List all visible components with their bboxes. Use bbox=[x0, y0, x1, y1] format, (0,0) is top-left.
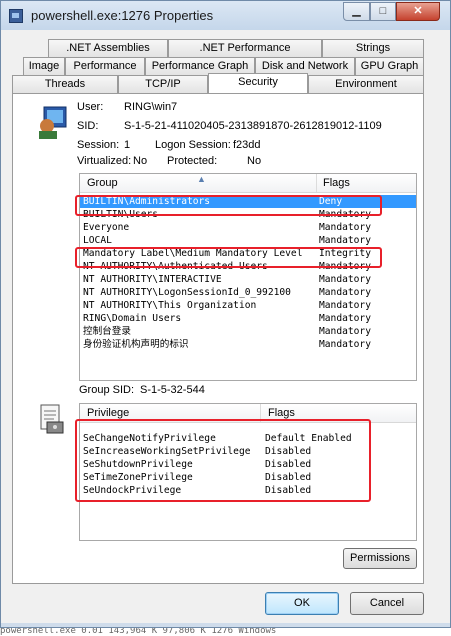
minimize-button[interactable]: ▁ bbox=[343, 2, 370, 21]
group-flags: Mandatory bbox=[319, 300, 371, 311]
group-row[interactable]: LOCAL Mandatory bbox=[80, 234, 416, 247]
sid-value: S-1-5-21-411020405-2313891870-2612819012… bbox=[124, 120, 382, 132]
group-row[interactable]: NT AUTHORITY\This Organization Mandatory bbox=[80, 299, 416, 312]
group-name: Everyone bbox=[83, 222, 130, 233]
highlight-privileges bbox=[75, 419, 371, 502]
cancel-button[interactable]: Cancel bbox=[350, 592, 424, 615]
tab-strings[interactable]: Strings bbox=[322, 39, 424, 57]
close-button[interactable]: ✕ bbox=[396, 2, 440, 21]
title-bar[interactable]: powershell.exe:1276 Properties ▁ □ ✕ bbox=[1, 1, 450, 31]
groups-list-header: Group ▲ Flags bbox=[80, 174, 416, 193]
group-row[interactable]: Everyone Mandatory bbox=[80, 221, 416, 234]
maximize-button[interactable]: □ bbox=[370, 2, 396, 21]
highlight-integrity-level bbox=[75, 247, 382, 268]
logon-session-label: Logon Session: bbox=[155, 139, 231, 151]
group-row[interactable]: RING\Domain Users Mandatory bbox=[80, 312, 416, 325]
privilege-column-header[interactable]: Privilege bbox=[87, 407, 129, 419]
sid-label: SID: bbox=[77, 120, 99, 132]
group-row[interactable]: 身份验证机构声明的标识 Mandatory bbox=[80, 338, 416, 351]
group-row[interactable]: 控制台登录 Mandatory bbox=[80, 325, 416, 338]
user-label: User: bbox=[77, 101, 104, 113]
flags-column-header[interactable]: Flags bbox=[323, 177, 350, 189]
group-name: NT AUTHORITY\INTERACTIVE bbox=[83, 274, 222, 285]
tab-threads[interactable]: Threads bbox=[12, 75, 118, 93]
tab-gpu-graph[interactable]: GPU Graph bbox=[355, 57, 424, 75]
tab-net-assemblies[interactable]: .NET Assemblies bbox=[48, 39, 168, 57]
background-process-row: powershell.exe 0.01 143,964 K 97,806 K 1… bbox=[0, 628, 451, 636]
group-name: RING\Domain Users bbox=[83, 313, 182, 324]
group-column-header[interactable]: Group bbox=[87, 177, 118, 189]
privilege-certificate-icon bbox=[40, 404, 64, 434]
group-flags: Mandatory bbox=[319, 222, 371, 233]
group-flags: Mandatory bbox=[319, 235, 371, 246]
group-name: NT AUTHORITY\This Organization bbox=[83, 300, 257, 311]
security-panel: User: RING\win7 SID: S-1-5-21-411020405-… bbox=[12, 93, 424, 584]
tab-image[interactable]: Image bbox=[23, 57, 65, 75]
group-name: 身份验证机构声明的标识 bbox=[83, 339, 189, 350]
tab-tcp-ip[interactable]: TCP/IP bbox=[118, 75, 208, 93]
user-value: RING\win7 bbox=[124, 101, 178, 113]
tab-environment[interactable]: Environment bbox=[308, 75, 424, 93]
user-computer-icon bbox=[39, 106, 67, 139]
virtualized-value: No bbox=[133, 155, 148, 167]
group-flags: Mandatory bbox=[319, 287, 371, 298]
group-name: NT AUTHORITY\LogonSessionId_0_992100 bbox=[83, 287, 291, 298]
protected-label: Protected: bbox=[167, 155, 218, 167]
session-value: 1 bbox=[124, 139, 131, 151]
highlight-administrators bbox=[75, 195, 382, 216]
column-divider[interactable] bbox=[316, 174, 317, 192]
privilege-flags-column-header[interactable]: Flags bbox=[268, 407, 295, 419]
group-name: 控制台登录 bbox=[83, 326, 131, 337]
group-row[interactable]: NT AUTHORITY\LogonSessionId_0_992100 Mand… bbox=[80, 286, 416, 299]
group-sid-value: S-1-5-32-544 bbox=[140, 384, 205, 396]
group-name: LOCAL bbox=[83, 235, 112, 246]
tab-performance[interactable]: Performance bbox=[65, 57, 145, 75]
app-icon bbox=[9, 9, 23, 23]
sort-arrow-icon: ▲ bbox=[197, 174, 206, 184]
tab-net-performance[interactable]: .NET Performance bbox=[168, 39, 322, 57]
tab-security[interactable]: Security bbox=[208, 73, 308, 93]
virtualized-label: Virtualized: bbox=[77, 155, 132, 167]
permissions-button[interactable]: Permissions bbox=[343, 548, 417, 569]
group-flags: Mandatory bbox=[319, 313, 371, 324]
group-sid-label: Group SID: bbox=[79, 384, 135, 396]
protected-value: No bbox=[247, 155, 262, 167]
group-flags: Mandatory bbox=[319, 274, 371, 285]
group-row[interactable]: NT AUTHORITY\INTERACTIVE Mandatory bbox=[80, 273, 416, 286]
window-title: powershell.exe:1276 Properties bbox=[31, 8, 214, 23]
group-flags: Mandatory bbox=[319, 326, 371, 337]
logon-session-value: f23dd bbox=[233, 139, 261, 151]
session-label: Session: bbox=[77, 139, 120, 151]
ok-button[interactable]: OK bbox=[265, 592, 339, 615]
group-flags: Mandatory bbox=[319, 339, 371, 350]
